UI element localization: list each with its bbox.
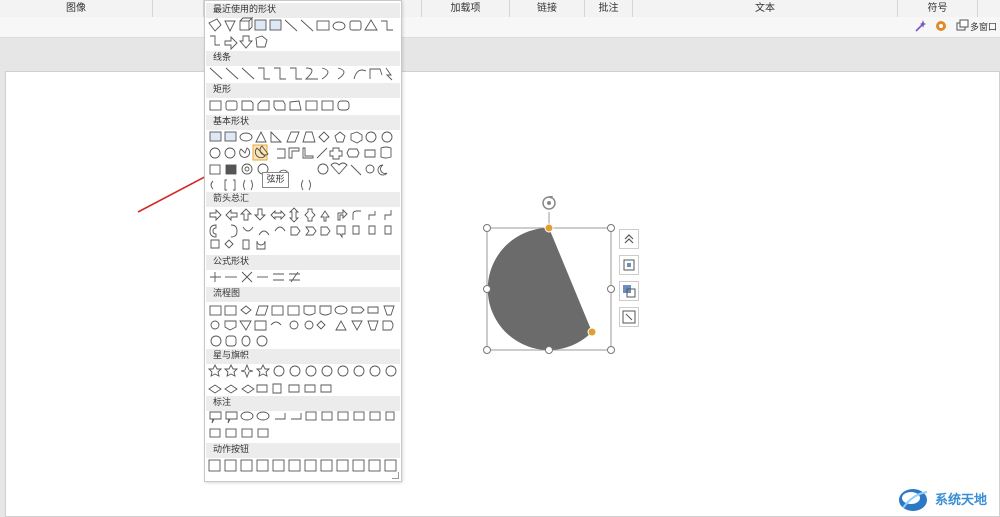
crop-icon [623,259,635,271]
ribbon-group-symbols: 符号 [898,0,978,17]
fill-button[interactable] [619,281,639,301]
multi-window-icon[interactable] [956,19,970,33]
watermark-text: 系统天地 [935,493,988,508]
crop-button[interactable] [619,255,639,275]
ribbon-group-images: 图像 [0,0,153,17]
gear-icon[interactable] [934,19,948,33]
quick-toolbar: 多窗口 [0,17,1000,38]
double-chevron-up-icon [624,234,634,244]
rotate-icon[interactable] [542,196,556,210]
watermark-logo-icon [899,489,928,511]
shape-icons-grid[interactable] [205,1,401,479]
ribbon-group-comments: 批注 [585,0,633,17]
multi-window-label[interactable]: 多窗口 [970,20,997,33]
outline-icon [622,310,636,324]
magic-wand-icon[interactable] [913,19,927,33]
outline-button[interactable] [619,307,639,327]
ribbon-group-hidden [402,0,422,17]
ribbon-group-text: 文本 [633,0,898,17]
selected-shape[interactable] [480,190,620,360]
ribbon-group-addins: 加载项 [422,0,510,17]
gallery-resize-grip[interactable] [392,472,399,479]
ribbon-group-blank [153,0,204,17]
shape-gallery[interactable]: 最近使用的形状 线条 矩形 基本形状 箭头总汇 公式形状 流程图 星与旗帜 标注… [204,0,402,482]
shape-tooltip: 弦形 [262,172,289,188]
chord-shape[interactable] [487,227,592,350]
layer-up-button[interactable] [619,229,639,249]
fill-icon [623,285,636,298]
ribbon-group-bar: 图像 加载项 链接 批注 文本 符号 [0,0,1000,18]
ribbon-group-links: 链接 [510,0,585,17]
